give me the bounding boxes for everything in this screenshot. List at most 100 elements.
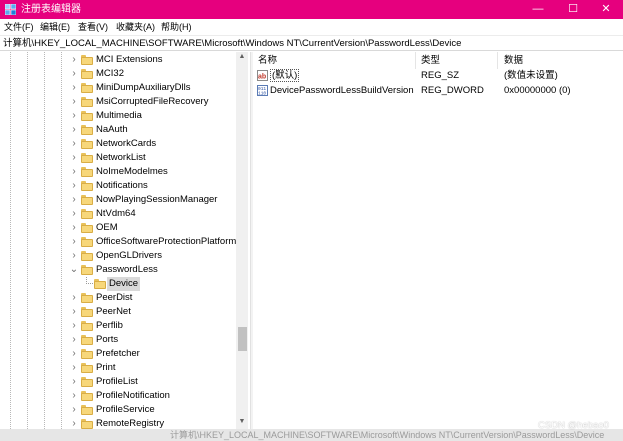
chevron-right-icon[interactable]: ›	[69, 249, 79, 263]
chevron-right-icon[interactable]: ›	[69, 179, 79, 193]
tree-item-remoteregistry[interactable]: › RemoteRegistry	[0, 417, 236, 429]
folder-icon	[81, 405, 93, 415]
regedit-app-icon	[5, 4, 16, 15]
chevron-right-icon[interactable]: ›	[69, 95, 79, 109]
chevron-right-icon[interactable]: ›	[69, 137, 79, 151]
chevron-right-icon[interactable]: ›	[69, 235, 79, 249]
menu-edit[interactable]: 编辑(E)	[40, 21, 70, 33]
chevron-right-icon[interactable]: ›	[69, 305, 79, 319]
chevron-right-icon[interactable]: ›	[69, 403, 79, 417]
chevron-right-icon[interactable]: ›	[69, 193, 79, 207]
maximize-button[interactable]: ☐	[556, 0, 590, 19]
menu-view[interactable]: 查看(V)	[78, 21, 108, 33]
tree-item-noimemodelmes[interactable]: › NoImeModelmes	[0, 165, 236, 179]
tree-item-ntvdm64[interactable]: › NtVdm64	[0, 207, 236, 221]
scroll-down-arrow-icon[interactable]: ▼	[236, 417, 248, 427]
folder-icon	[81, 237, 93, 247]
tree-item-oem[interactable]: › OEM	[0, 221, 236, 235]
chevron-right-icon[interactable]: ›	[69, 291, 79, 305]
folder-icon	[81, 195, 93, 205]
column-divider[interactable]	[497, 52, 498, 69]
tree-item-print[interactable]: › Print	[0, 361, 236, 375]
tree-item-nowplayingsessionmanager[interactable]: › NowPlayingSessionManager	[0, 193, 236, 207]
menu-help[interactable]: 帮助(H)	[161, 21, 192, 33]
tree-item-networkcards[interactable]: › NetworkCards	[0, 137, 236, 151]
address-path[interactable]: 计算机\HKEY_LOCAL_MACHINE\SOFTWARE\Microsof…	[3, 38, 461, 50]
tree-item-minidumpauxiliarydlls[interactable]: › MiniDumpAuxiliaryDlls	[0, 81, 236, 95]
tree-item-prefetcher[interactable]: › Prefetcher	[0, 347, 236, 361]
folder-icon	[81, 223, 93, 233]
tree-item-label: MsiCorruptedFileRecovery	[96, 96, 209, 107]
chevron-right-icon[interactable]: ›	[69, 347, 79, 361]
watermark: CSDN @hebao0	[538, 420, 609, 431]
tree-item-label: Notifications	[96, 180, 148, 191]
tree-item-ports[interactable]: › Ports	[0, 333, 236, 347]
tree-item-label: NetworkCards	[96, 138, 157, 149]
tree-item-label: MCI Extensions	[96, 54, 163, 65]
tree-item-label: Multimedia	[96, 110, 142, 121]
menu-bar: 文件(F) 编辑(E) 查看(V) 收藏夹(A) 帮助(H)	[0, 19, 623, 35]
tree-item-label: OfficeSoftwareProtectionPlatform	[96, 236, 237, 247]
tree-item-mci32[interactable]: › MCI32	[0, 67, 236, 81]
value-row[interactable]: 011 110 DevicePasswordLessBuildVersion R…	[253, 83, 623, 98]
chevron-right-icon[interactable]: ›	[69, 151, 79, 165]
folder-icon	[81, 391, 93, 401]
scrollbar-thumb[interactable]	[238, 327, 247, 351]
svg-text:ab: ab	[258, 74, 266, 81]
tree-item-perflib[interactable]: › Perflib	[0, 319, 236, 333]
tree-item-networklist[interactable]: › NetworkList	[0, 151, 236, 165]
chevron-right-icon[interactable]: ›	[69, 53, 79, 67]
folder-icon	[81, 167, 93, 177]
chevron-right-icon[interactable]: ›	[69, 389, 79, 403]
value-row[interactable]: ab (默认) REG_SZ (数值未设置)	[253, 68, 623, 83]
chevron-right-icon[interactable]: ›	[69, 207, 79, 221]
status-strip: 计算机\HKEY_LOCAL_MACHINE\SOFTWARE\Microsof…	[0, 429, 623, 441]
chevron-right-icon[interactable]: ›	[69, 221, 79, 235]
tree-item-profilenotification[interactable]: › ProfileNotification	[0, 389, 236, 403]
column-divider[interactable]	[415, 52, 416, 69]
chevron-right-icon[interactable]: ›	[69, 319, 79, 333]
chevron-right-icon[interactable]: ›	[69, 361, 79, 375]
tree-item-mci-extensions[interactable]: › MCI Extensions	[0, 53, 236, 67]
tree-item-label: Print	[96, 362, 116, 373]
address-bar[interactable]: 计算机\HKEY_LOCAL_MACHINE\SOFTWARE\Microsof…	[0, 35, 623, 51]
tree-item-device[interactable]: Device	[0, 277, 236, 291]
tree-item-peernet[interactable]: › PeerNet	[0, 305, 236, 319]
scroll-up-arrow-icon[interactable]: ▲	[236, 52, 248, 62]
folder-icon	[81, 83, 93, 93]
chevron-down-icon[interactable]: ⌄	[69, 263, 79, 277]
folder-icon	[81, 69, 93, 79]
menu-favorites[interactable]: 收藏夹(A)	[116, 21, 155, 33]
tree-item-officesoftwareprotectionplatform[interactable]: › OfficeSoftwareProtectionPlatform	[0, 235, 236, 249]
window-title: 注册表编辑器	[21, 4, 81, 15]
tree-item-multimedia[interactable]: › Multimedia	[0, 109, 236, 123]
minimize-button[interactable]: —	[521, 0, 555, 19]
tree-item-notifications[interactable]: › Notifications	[0, 179, 236, 193]
folder-icon	[81, 139, 93, 149]
menu-file[interactable]: 文件(F)	[4, 21, 34, 33]
column-header-name[interactable]: 名称	[258, 55, 277, 67]
chevron-right-icon[interactable]: ›	[69, 81, 79, 95]
chevron-right-icon[interactable]: ›	[69, 417, 79, 429]
tree-scrollbar[interactable]: ▲ ▼	[236, 52, 248, 429]
tree-item-passwordless[interactable]: ⌄ PasswordLess	[0, 263, 236, 277]
chevron-right-icon[interactable]: ›	[69, 67, 79, 81]
chevron-right-icon[interactable]: ›	[69, 109, 79, 123]
chevron-right-icon[interactable]: ›	[69, 333, 79, 347]
chevron-right-icon[interactable]: ›	[69, 123, 79, 137]
column-header-type[interactable]: 类型	[421, 55, 440, 67]
tree-item-opengldrivers[interactable]: › OpenGLDrivers	[0, 249, 236, 263]
chevron-right-icon[interactable]: ›	[69, 165, 79, 179]
value-name: DevicePasswordLessBuildVersion	[270, 85, 414, 96]
tree-item-msicorruptedfilerecovery[interactable]: › MsiCorruptedFileRecovery	[0, 95, 236, 109]
tree-item-naauth[interactable]: › NaAuth	[0, 123, 236, 137]
svg-text:110: 110	[258, 91, 266, 97]
tree-item-profileservice[interactable]: › ProfileService	[0, 403, 236, 417]
tree-item-peerdist[interactable]: › PeerDist	[0, 291, 236, 305]
chevron-right-icon[interactable]: ›	[69, 375, 79, 389]
tree-item-profilelist[interactable]: › ProfileList	[0, 375, 236, 389]
column-header-data[interactable]: 数据	[504, 55, 523, 67]
tree-item-label: OEM	[96, 222, 118, 233]
close-button[interactable]: ✕	[589, 0, 623, 19]
folder-icon	[81, 335, 93, 345]
